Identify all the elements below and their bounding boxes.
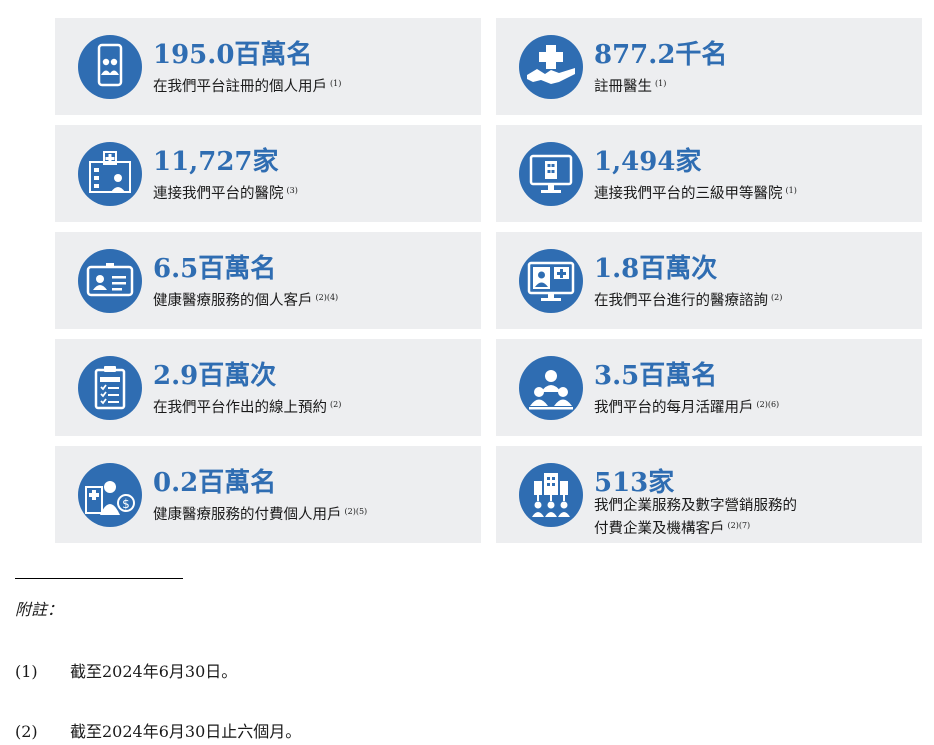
footnote-ref: (2)(6) bbox=[756, 400, 780, 409]
stat-label: 我們企業服務及數字營銷服務的 付費企業及機構客戶 (2)(7) bbox=[594, 498, 797, 537]
stat-value: 11,727家 bbox=[153, 147, 279, 177]
handshake-medical-icon bbox=[519, 35, 583, 99]
stat-label: 連接我們平台的三級甲等醫院 (1) bbox=[594, 186, 797, 202]
stat-card-hospitals: 11,727家 連接我們平台的醫院 (3) bbox=[55, 125, 481, 222]
stat-card-tier3-hospitals: 1,494家 連接我們平台的三級甲等醫院 (1) bbox=[496, 125, 922, 222]
hospital-building-icon bbox=[78, 142, 142, 206]
video-consult-icon bbox=[519, 249, 583, 313]
phone-users-icon bbox=[78, 35, 142, 99]
footnote-item: (2) 截至2024年6月30日止六個月。 bbox=[15, 718, 301, 742]
monitor-hospital-icon bbox=[519, 142, 583, 206]
footnote-divider bbox=[15, 578, 183, 579]
footnote-text: 截至2024年6月30日止六個月。 bbox=[70, 722, 302, 741]
stat-value: 195.0百萬名 bbox=[153, 40, 313, 70]
footnote-item: (1) 截至2024年6月30日。 bbox=[15, 658, 237, 682]
footnote-number: (1) bbox=[15, 662, 38, 681]
footnote-ref: (2) bbox=[330, 400, 342, 409]
stat-label: 連接我們平台的醫院 (3) bbox=[153, 186, 298, 202]
stat-value: 3.5百萬名 bbox=[594, 361, 718, 391]
footnote-ref: (1) bbox=[655, 79, 667, 88]
footnote-ref: (2)(5) bbox=[344, 507, 368, 516]
stat-value: 2.9百萬次 bbox=[153, 361, 277, 391]
stat-label: 健康醫療服務的個人客戶 (2)(4) bbox=[153, 293, 339, 309]
footnote-ref: (2)(4) bbox=[315, 293, 339, 302]
svg-text:$: $ bbox=[122, 497, 130, 511]
footnote-ref: (2)(7) bbox=[727, 521, 751, 530]
user-group-icon bbox=[519, 356, 583, 420]
stat-card-paying-customers: 6.5百萬名 健康醫療服務的個人客戶 (2)(4) bbox=[55, 232, 481, 329]
footnote-ref: (3) bbox=[286, 186, 298, 195]
footnote-ref: (2) bbox=[771, 293, 783, 302]
stat-value: 513家 bbox=[594, 468, 675, 498]
stat-value: 877.2千名 bbox=[594, 40, 728, 70]
stat-value: 1.8百萬次 bbox=[594, 254, 718, 284]
id-card-icon bbox=[78, 249, 142, 313]
clipboard-checklist-icon bbox=[78, 356, 142, 420]
stat-value: 1,494家 bbox=[594, 147, 702, 177]
stat-card-mau: 3.5百萬名 我們平台的每月活躍用戶 (2)(6) bbox=[496, 339, 922, 436]
stat-card-paying-users: $ 0.2百萬名 健康醫療服務的付費個人用戶 (2)(5) bbox=[55, 446, 481, 543]
stat-label: 在我們平台進行的醫療諮詢 (2) bbox=[594, 293, 783, 309]
doctor-payment-icon: $ bbox=[78, 463, 142, 527]
stat-card-appointments: 2.9百萬次 在我們平台作出的線上預約 (2) bbox=[55, 339, 481, 436]
footnote-text: 截至2024年6月30日。 bbox=[70, 662, 238, 681]
stat-label: 在我們平台註冊的個人用戶 (1) bbox=[153, 79, 342, 95]
stat-label: 註冊醫生 (1) bbox=[594, 79, 667, 95]
stat-card-consultations: 1.8百萬次 在我們平台進行的醫療諮詢 (2) bbox=[496, 232, 922, 329]
footnote-ref: (1) bbox=[330, 79, 342, 88]
stat-label: 我們平台的每月活躍用戶 (2)(6) bbox=[594, 400, 780, 416]
enterprise-network-icon bbox=[519, 463, 583, 527]
footnote-ref: (1) bbox=[785, 186, 797, 195]
notes-title: 附註： bbox=[15, 600, 64, 619]
stat-value: 6.5百萬名 bbox=[153, 254, 277, 284]
stat-card-registered-doctors: 877.2千名 註冊醫生 (1) bbox=[496, 18, 922, 115]
footnote-number: (2) bbox=[15, 722, 38, 741]
stat-label: 在我們平台作出的線上預約 (2) bbox=[153, 400, 342, 416]
stat-card-enterprise-clients: 513家 我們企業服務及數字營銷服務的 付費企業及機構客戶 (2)(7) bbox=[496, 446, 922, 543]
stat-label: 健康醫療服務的付費個人用戶 (2)(5) bbox=[153, 507, 368, 523]
stat-card-registered-users: 195.0百萬名 在我們平台註冊的個人用戶 (1) bbox=[55, 18, 481, 115]
stat-value: 0.2百萬名 bbox=[153, 468, 277, 498]
